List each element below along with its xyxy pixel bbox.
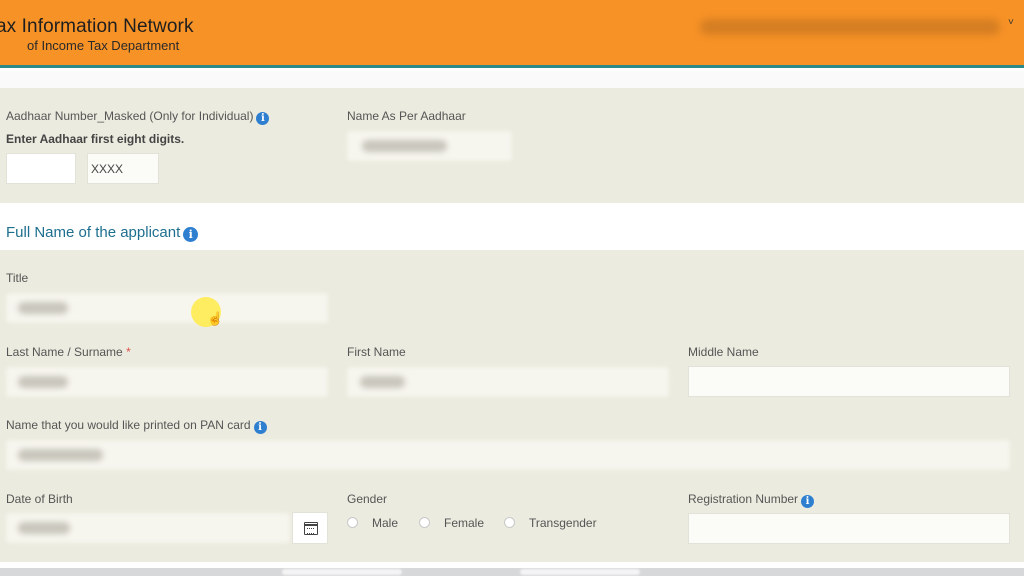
pan-name-label: Name that you would like printed on PAN … — [6, 418, 267, 434]
info-icon[interactable]: i — [253, 421, 267, 434]
redacted-text — [362, 140, 447, 152]
gender-female-label[interactable]: Female — [444, 516, 484, 530]
gender-transgender-label[interactable]: Transgender — [529, 516, 597, 530]
redacted-text — [18, 449, 103, 461]
first-name-label: First Name — [347, 345, 406, 359]
last-name-label-text: Last Name / Surname — [6, 345, 123, 359]
info-icon[interactable]: i — [183, 227, 199, 242]
redacted-text — [18, 522, 70, 534]
name-as-per-aadhaar-label: Name As Per Aadhaar — [347, 109, 466, 123]
registration-label-text: Registration Number — [688, 492, 799, 506]
middle-name-label: Middle Name — [688, 345, 759, 359]
required-mark: * — [126, 345, 131, 359]
aadhaar-number-label-text: Aadhaar Number_Masked (Only for Individu… — [6, 109, 254, 123]
aadhaar-number-label: Aadhaar Number_Masked (Only for Individu… — [6, 109, 270, 125]
pan-card-name-input[interactable] — [6, 440, 1010, 470]
calendar-icon — [304, 522, 318, 535]
aadhaar-first-digits-input[interactable] — [6, 153, 76, 184]
calendar-button[interactable] — [292, 512, 328, 544]
middle-name-input[interactable] — [688, 366, 1010, 397]
full-name-section-title: Full Name of the applicant i — [6, 224, 199, 242]
gender-male-label[interactable]: Male — [372, 516, 398, 530]
header-spacer — [0, 71, 1024, 88]
registration-number-input[interactable] — [688, 513, 1010, 544]
gender-label: Gender — [347, 492, 388, 506]
chevron-down-icon[interactable]: ˅ — [1008, 17, 1014, 28]
gender-transgender-radio[interactable] — [504, 517, 515, 528]
gender-female-radio[interactable] — [419, 517, 430, 528]
gender-male-radio[interactable] — [347, 517, 358, 528]
bottom-strip — [0, 568, 1024, 576]
registration-number-label: Registration Number i — [688, 492, 815, 508]
redacted-text — [18, 376, 68, 388]
redacted-text — [360, 376, 405, 388]
hand-cursor-icon: ☝ — [207, 311, 224, 326]
site-header: ax Information Network of Income Tax Dep… — [0, 0, 1024, 68]
redacted-text — [18, 302, 68, 314]
info-icon[interactable]: i — [801, 495, 815, 508]
footer-blurred-item — [520, 569, 640, 575]
aadhaar-instruction: Enter Aadhaar first eight digits. — [6, 132, 185, 146]
pan-name-label-text: Name that you would like printed on PAN … — [6, 418, 251, 432]
last-name-label: Last Name / Surname * — [6, 345, 131, 359]
user-menu-blurred[interactable] — [700, 19, 1000, 35]
section-title-text: Full Name of the applicant — [6, 224, 181, 241]
aadhaar-masked-suffix: XXXX — [87, 153, 159, 184]
info-icon[interactable]: i — [256, 112, 270, 125]
dob-label: Date of Birth — [6, 492, 73, 506]
site-title: ax Information Network — [0, 16, 194, 37]
title-label: Title — [6, 271, 29, 285]
footer-blurred-item — [282, 569, 402, 575]
site-subtitle: of Income Tax Department — [27, 38, 180, 53]
